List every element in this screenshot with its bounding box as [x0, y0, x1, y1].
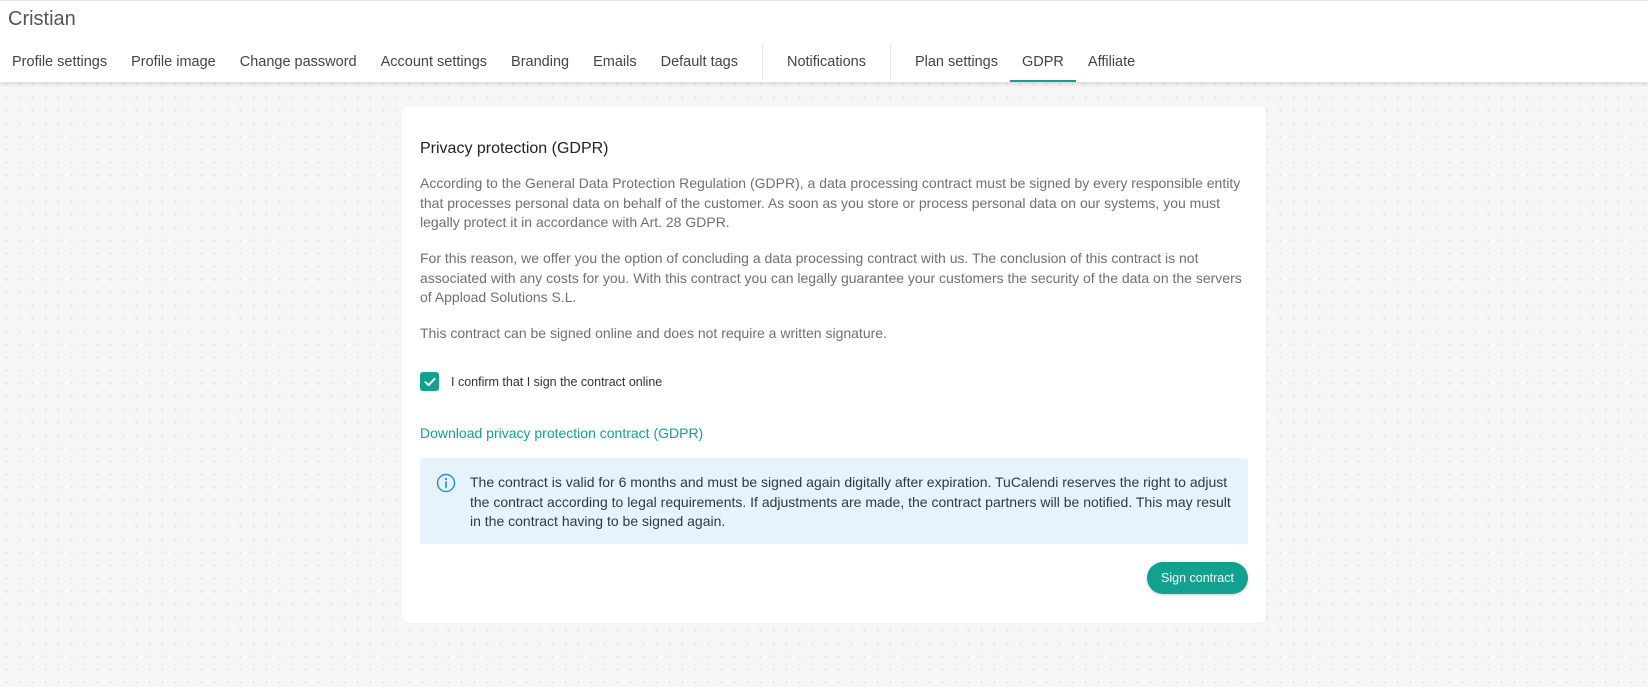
confirm-label[interactable]: I confirm that I sign the contract onlin… — [451, 375, 662, 389]
tab-emails[interactable]: Emails — [581, 41, 649, 82]
tab-profile-settings[interactable]: Profile settings — [0, 41, 119, 82]
gdpr-paragraph-2: For this reason, we offer you the option… — [420, 250, 1242, 305]
info-text: The contract is valid for 6 months and m… — [470, 474, 1231, 529]
card-title: Privacy protection (GDPR) — [420, 140, 609, 157]
gdpr-paragraph-1: According to the General Data Protection… — [420, 175, 1241, 230]
tab-notifications[interactable]: Notifications — [775, 41, 878, 82]
settings-tabs: Profile settings Profile image Change pa… — [0, 41, 1147, 82]
tab-affiliate[interactable]: Affiliate — [1076, 41, 1147, 82]
user-name: Cristian — [8, 8, 76, 30]
info-icon — [436, 473, 456, 498]
tab-divider — [889, 43, 891, 80]
gdpr-card: Privacy protection (GDPR) According to t… — [402, 106, 1266, 623]
confirm-checkbox[interactable] — [420, 372, 439, 391]
checkmark-icon — [424, 377, 435, 386]
sign-contract-button[interactable]: Sign contract — [1147, 562, 1248, 594]
tab-branding[interactable]: Branding — [499, 41, 581, 82]
tab-default-tags[interactable]: Default tags — [649, 41, 750, 82]
info-alert: The contract is valid for 6 months and m… — [420, 458, 1248, 544]
tab-plan-settings[interactable]: Plan settings — [903, 41, 1010, 82]
tab-change-password[interactable]: Change password — [228, 41, 369, 82]
tab-profile-image[interactable]: Profile image — [119, 41, 228, 82]
tab-gdpr[interactable]: GDPR — [1010, 41, 1076, 82]
page-header: Cristian Profile settings Profile image … — [0, 0, 1648, 82]
gdpr-paragraph-3: This contract can be signed online and d… — [420, 325, 887, 341]
tab-divider — [761, 43, 763, 80]
confirm-row: I confirm that I sign the contract onlin… — [420, 372, 662, 391]
tab-account-settings[interactable]: Account settings — [369, 41, 499, 82]
download-contract-link[interactable]: Download privacy protection contract (GD… — [420, 425, 703, 441]
